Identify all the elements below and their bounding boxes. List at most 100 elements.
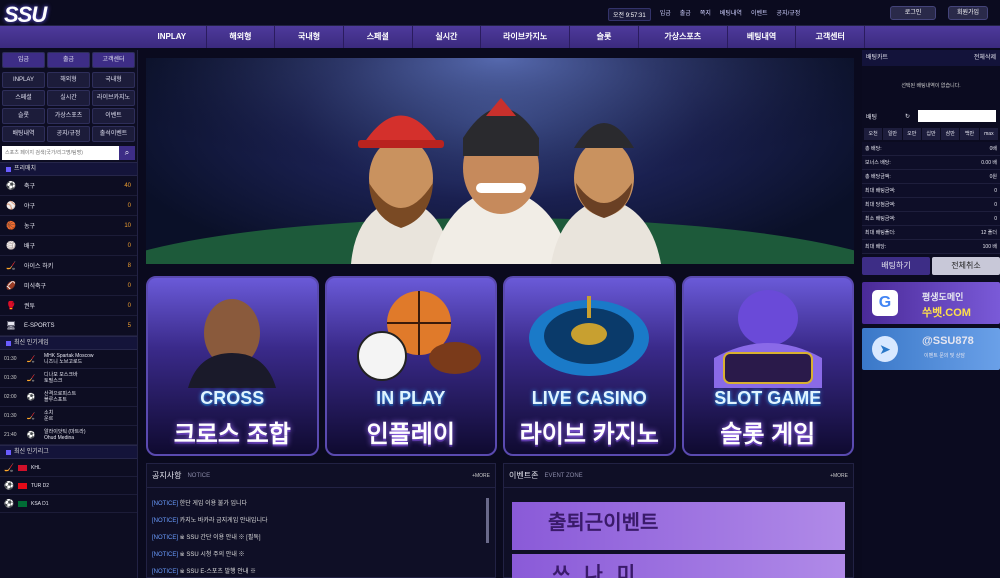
- menu-live[interactable]: 실시간: [47, 90, 90, 106]
- notice-more-link[interactable]: +MORE: [472, 473, 490, 479]
- card-slot[interactable]: SLOT GAME 슬롯 게임: [681, 276, 854, 456]
- hockey-icon: 🏒: [4, 463, 14, 472]
- quick-50k[interactable]: 오만: [902, 128, 921, 140]
- nav-bet-history[interactable]: 베팅내역: [728, 26, 797, 48]
- event-banner-commute[interactable]: 출퇴근이벤트: [512, 502, 845, 550]
- notice-list: [NOTICE] 한단 게임 이용 불가 입니다 [NOTICE] 카지노 바카…: [147, 488, 495, 578]
- withdraw-button[interactable]: 출금: [47, 52, 90, 68]
- sport-row[interactable]: 🥊 권투 0: [0, 296, 137, 316]
- notice-item[interactable]: [NOTICE] 카지노 바카라 금지게임 안내입니다: [147, 513, 495, 530]
- sport-row[interactable]: 🏈 미식축구 0: [0, 276, 137, 296]
- search-icon[interactable]: ⌕: [119, 146, 135, 160]
- event-link[interactable]: 이벤트: [751, 8, 768, 21]
- nav-domestic[interactable]: 국내형: [275, 26, 344, 48]
- cancel-all-button[interactable]: 전체취소: [932, 257, 1000, 275]
- league-row[interactable]: 🏒 KHL: [0, 459, 137, 477]
- quick-10k[interactable]: 일만: [883, 128, 902, 140]
- notice-item[interactable]: [NOTICE] ※ SSU 간단 이용 안내 ※ [필독]: [147, 530, 495, 547]
- quick-1m[interactable]: 백만: [960, 128, 979, 140]
- notice-scrollbar[interactable]: [486, 498, 489, 543]
- nav-virtual[interactable]: 가상스포츠: [639, 26, 728, 48]
- game-row[interactable]: 01:30 🏒 MHK Spartak Moscow 니즈니 노브고로드: [0, 350, 137, 369]
- league-row[interactable]: ⚽ TUR D2: [0, 477, 137, 495]
- nav-slot[interactable]: 슬롯: [570, 26, 639, 48]
- sport-search-input[interactable]: [2, 146, 119, 160]
- sport-row[interactable]: ⚾ 야구 0: [0, 196, 137, 216]
- nav-support[interactable]: 고객센터: [796, 26, 865, 48]
- main-banner[interactable]: [146, 58, 854, 264]
- menu-notice[interactable]: 공지/규정: [47, 126, 90, 142]
- summary-label: 총 배당금액:: [865, 174, 891, 180]
- notice-item[interactable]: [NOTICE] ※ SSU E-스포츠 발행 안내 ※: [147, 564, 495, 578]
- bet-amount-input[interactable]: [918, 110, 996, 122]
- menu-overseas[interactable]: 해외형: [47, 72, 90, 88]
- menu-virtual[interactable]: 가상스포츠: [47, 108, 90, 124]
- event-more-link[interactable]: +MORE: [830, 473, 848, 479]
- place-bet-button[interactable]: 배팅하기: [862, 257, 930, 275]
- boxing-icon: 🥊: [6, 301, 16, 310]
- support-button[interactable]: 고객센터: [92, 52, 135, 68]
- sport-name: 축구: [24, 184, 36, 190]
- nav-live-casino[interactable]: 라이브카지노: [481, 26, 571, 48]
- card-inplay[interactable]: IN PLAY 인플레이: [324, 276, 497, 456]
- menu-bet-history[interactable]: 배팅내역: [2, 126, 45, 142]
- event-banner-tsunami[interactable]: 쓰나미: [512, 554, 845, 578]
- refresh-icon[interactable]: ↻: [905, 113, 910, 120]
- card-cross[interactable]: CROSS 크로스 조합: [146, 276, 319, 456]
- menu-special[interactable]: 스페셜: [2, 90, 45, 106]
- nav-live[interactable]: 실시간: [413, 26, 482, 48]
- bet-history-link[interactable]: 베팅내역: [720, 8, 742, 21]
- menu-attendance[interactable]: 출석이벤트: [92, 126, 135, 142]
- domain-promo[interactable]: G 평생도메인 쑤벳.COM: [862, 282, 1000, 324]
- top-links: 오전 9:57:31 입금 출금 쪽지 베팅내역 이벤트 공지/규정: [608, 8, 800, 21]
- menu-slot[interactable]: 슬롯: [2, 108, 45, 124]
- deposit-button[interactable]: 입금: [2, 52, 45, 68]
- telegram-promo[interactable]: ➤ @SSU878 이벤트 문의 및 상담: [862, 328, 1000, 370]
- site-logo[interactable]: SSU: [4, 2, 47, 28]
- clock: 오전 9:57:31: [608, 8, 651, 21]
- sport-count: 5: [127, 322, 131, 329]
- soccer-ball-icon: ⚽: [4, 499, 14, 508]
- game-row[interactable]: 01:30 🏒 디나모 모스크바 토필스크: [0, 369, 137, 388]
- sport-count: 10: [124, 222, 131, 229]
- game-row[interactable]: 02:00 ⚽ 산격으로피스트 블루스포트: [0, 388, 137, 407]
- nav-special[interactable]: 스페셜: [344, 26, 413, 48]
- nav-inplay[interactable]: INPLAY: [138, 26, 207, 48]
- sport-name: 배구: [24, 244, 36, 250]
- sport-row[interactable]: ⚽ 축구 40: [0, 176, 137, 196]
- slot-art: [713, 290, 822, 388]
- summary-value: 0: [994, 187, 997, 194]
- nav-overseas[interactable]: 해외형: [207, 26, 276, 48]
- menu-inplay[interactable]: INPLAY: [2, 72, 45, 88]
- game-teams: 알라이앗틱 (마트라) Ohud Medina: [44, 429, 86, 441]
- signup-button[interactable]: 회원가입: [948, 6, 988, 20]
- sport-row[interactable]: 🏐 배구 0: [0, 236, 137, 256]
- quick-5k[interactable]: 오천: [864, 128, 883, 140]
- notice-tag: [NOTICE]: [152, 552, 179, 558]
- notice-item[interactable]: [NOTICE] 한단 게임 이용 불가 입니다: [147, 496, 495, 513]
- quick-max[interactable]: max: [979, 128, 998, 140]
- quick-100k[interactable]: 십만: [921, 128, 941, 140]
- cross-player-art: [188, 299, 276, 388]
- deposit-link[interactable]: 입금: [660, 8, 671, 21]
- sport-row[interactable]: 🏒 아이스 하키 8: [0, 256, 137, 276]
- message-link[interactable]: 쪽지: [700, 8, 711, 21]
- menu-live-casino[interactable]: 라이브카지노: [92, 90, 135, 106]
- game-time: 21:40: [4, 432, 17, 438]
- notice-item[interactable]: [NOTICE] ※ SSU 시청 주의 안내 ※: [147, 547, 495, 564]
- game-row[interactable]: 01:30 🏒 소치 운르: [0, 407, 137, 426]
- menu-event[interactable]: 이벤트: [92, 108, 135, 124]
- soccer-ball-icon: ⚽: [26, 432, 36, 439]
- sport-row[interactable]: 🏀 농구 10: [0, 216, 137, 236]
- login-button[interactable]: 로그인: [890, 6, 936, 20]
- sport-row[interactable]: 🖥 E-SPORTS 5: [0, 316, 137, 336]
- popular-games-list: 01:30 🏒 MHK Spartak Moscow 니즈니 노브고로드 01:30 🏒 디…: [0, 350, 137, 445]
- game-row[interactable]: 21:40 ⚽ 알라이앗틱 (마트라) Ohud Medina: [0, 426, 137, 445]
- clear-all-link[interactable]: 전체삭제: [974, 50, 996, 66]
- notice-link[interactable]: 공지/규정: [777, 8, 801, 21]
- card-live-casino[interactable]: LIVE CASINO 라이브 카지노: [503, 276, 676, 456]
- withdraw-link[interactable]: 출금: [680, 8, 691, 21]
- league-row[interactable]: ⚽ KSA D1: [0, 495, 137, 513]
- quick-30k[interactable]: 삼만: [941, 128, 960, 140]
- menu-domestic[interactable]: 국내형: [92, 72, 135, 88]
